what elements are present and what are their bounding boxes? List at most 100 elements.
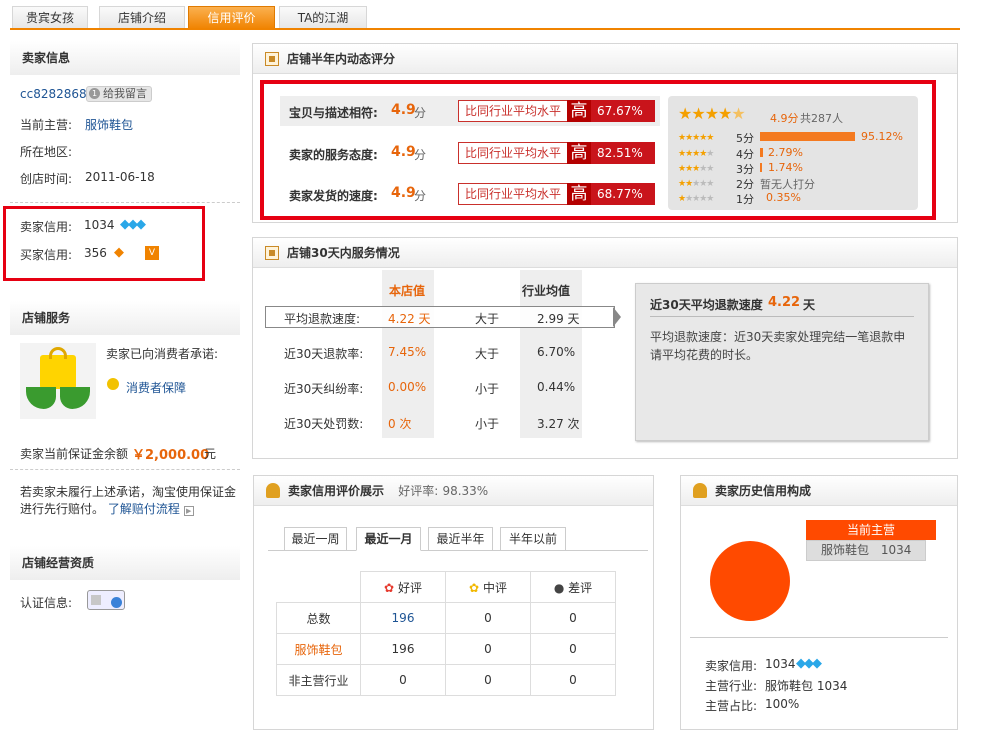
- region-label: 所在地区:: [20, 145, 73, 159]
- tip-title: 近30天平均退款速度: [650, 298, 763, 312]
- tab-recent-month[interactable]: 最近一月: [356, 527, 421, 551]
- neutral-flower-icon: ✿: [469, 580, 480, 595]
- cell-good[interactable]: 196: [360, 602, 446, 634]
- service-store-3: 0 次: [388, 417, 412, 431]
- category-value: 1034: [880, 543, 912, 557]
- dsr-unit-2: 分: [414, 189, 427, 203]
- service-store-2: 0.00%: [388, 380, 427, 394]
- tab-vip-girl[interactable]: 贵宾女孩: [12, 6, 88, 29]
- dist-label-5: 5分: [736, 132, 754, 145]
- cell-neutral: 0: [445, 602, 531, 634]
- tab-before-half-year[interactable]: 半年以前: [500, 527, 566, 551]
- cell-good-link[interactable]: 196: [392, 611, 415, 625]
- consumer-guarantee-link[interactable]: 消费者保障: [126, 379, 186, 396]
- dsr-compare-label-0: 比同行业平均水平: [465, 104, 562, 118]
- service-label-1: 近30天退款率:: [284, 347, 364, 361]
- main-ratio-value: 100%: [765, 697, 800, 711]
- service-label-3: 近30天处罚数:: [284, 417, 364, 431]
- cell-bad: 0: [530, 664, 616, 696]
- dsr-score-1: 4.9: [391, 144, 416, 160]
- service-label-0: 平均退款速度:: [284, 312, 361, 326]
- message-button-label: 给我留言: [103, 87, 147, 100]
- diamond-icon: ◆◆◆: [120, 217, 146, 232]
- tab-recent-half-year[interactable]: 最近半年: [428, 527, 493, 551]
- header-good: ✿ 好评: [360, 571, 446, 603]
- dsr-score-2: 4.9: [391, 185, 416, 201]
- vip-badge-icon: V: [145, 246, 159, 260]
- certification-label: 认证信息:: [20, 596, 73, 610]
- stars-3-icon: ★★★★★: [678, 164, 714, 174]
- seller-credit-label: 卖家信用:: [20, 220, 73, 234]
- tab-recent-week[interactable]: 最近一周: [284, 527, 347, 551]
- current-main-tag: 当前主营: [806, 520, 936, 540]
- stars-1-icon: ★★★★★: [678, 194, 714, 204]
- arrow-right-icon: ▶: [183, 506, 194, 516]
- history-pie: [710, 541, 790, 621]
- dsr-compare-1: 比同行业平均水平 高 82.51%: [458, 142, 655, 164]
- service-cmp-3: 小于: [475, 417, 500, 431]
- dist-pct-5: 95.12%: [861, 130, 903, 143]
- bad-bomb-icon: ●: [553, 580, 565, 595]
- deposit-label: 卖家当前保证金余额: [20, 447, 129, 461]
- dsr-pct-2: 68.77%: [591, 183, 655, 205]
- header-bad: ● 差评: [530, 571, 616, 603]
- tab-store-intro[interactable]: 店铺介绍: [99, 6, 185, 29]
- dist-row-2: ★★★★★ 2分 暂无人打分: [678, 176, 908, 191]
- cell-bad: 0: [530, 633, 616, 665]
- history-seller-credit-label: 卖家信用:: [705, 659, 758, 673]
- dist-pct-1: 0.35%: [766, 191, 801, 204]
- tab-underline: [10, 28, 960, 30]
- service-industry-3: 3.27 次: [537, 417, 580, 431]
- review-header-row: ✿ 好评 ✿ 中评 ● 差评: [276, 571, 616, 603]
- main-industry-value: 服饰鞋包 1034: [765, 679, 848, 693]
- dsr-level-2: 高: [567, 183, 591, 205]
- dist-row-3: ★★★★★ 3分 1.74%: [678, 161, 908, 176]
- service-row-arrow-icon: [613, 307, 621, 327]
- category-chip: 服饰鞋包 1034: [806, 540, 926, 561]
- dsr-level-0: 高: [567, 100, 591, 122]
- table-row: 总数 196 0 0: [276, 602, 616, 634]
- buyer-credit-label: 买家信用:: [20, 248, 73, 262]
- dist-bar-5: [760, 132, 855, 141]
- dist-label-3: 3分: [736, 163, 754, 176]
- dsr-header: 店铺半年内动态评分: [253, 44, 957, 74]
- dist-pct-2: 暂无人打分: [760, 178, 815, 191]
- divider: [10, 202, 240, 203]
- certification-icon[interactable]: [87, 590, 125, 610]
- created-label: 创店时间:: [20, 172, 73, 186]
- seller-name-link[interactable]: cc8282868: [20, 87, 87, 101]
- service-cmp-1: 大于: [475, 347, 500, 361]
- message-button[interactable]: 1 给我留言: [86, 86, 152, 102]
- created-value: 2011-06-18: [85, 170, 155, 184]
- service-store-1: 7.45%: [388, 345, 427, 359]
- calendar-icon: [265, 246, 279, 260]
- review-table: ✿ 好评 ✿ 中评 ● 差评 总数 196 0 0 服饰鞋包 196 0 0 非…: [276, 571, 616, 696]
- dist-pct-3: 1.74%: [768, 161, 803, 174]
- dsr-pct-0: 67.67%: [591, 100, 655, 122]
- cell-good: 0: [360, 664, 446, 696]
- dist-row-4: ★★★★★ 4分 2.79%: [678, 146, 908, 161]
- service-industry-2: 0.44%: [537, 380, 576, 394]
- tab-credit-rating[interactable]: 信用评价: [188, 6, 275, 29]
- history-seller-credit-value: 1034: [765, 657, 796, 671]
- dsr-pct-1: 82.51%: [591, 142, 655, 164]
- qualification-header: 店铺经营资质: [10, 546, 240, 580]
- compensation-flow-link[interactable]: 了解赔付流程: [108, 502, 180, 516]
- dist-label-1: 1分: [736, 193, 754, 206]
- tip-unit: 天: [803, 298, 816, 312]
- table-row: 服饰鞋包 196 0 0: [276, 633, 616, 665]
- dist-row-1: ★★★★★ 1分 0.35%: [678, 191, 908, 206]
- col-industry-header: 行业均值: [522, 284, 571, 298]
- tab-ta-jianghu[interactable]: TA的江湖: [279, 6, 367, 29]
- header-neutral: ✿ 中评: [445, 571, 531, 603]
- dist-row-5: ★★★★★ 5分 95.12%: [678, 130, 908, 145]
- main-ratio-label: 主营占比:: [705, 699, 758, 713]
- rating-stars-icon: ★★★★★: [678, 104, 746, 123]
- compensation-note: 若卖家未履行上述承诺，淘宝使用保证金进行先行赔付。 了解赔付流程 ▶: [20, 484, 242, 518]
- main-business-label: 当前主营:: [20, 118, 73, 132]
- good-rate-label: 好评率:: [398, 484, 439, 498]
- good-rate-value: 98.33%: [442, 484, 489, 498]
- main-business-link[interactable]: 服饰鞋包: [85, 116, 133, 133]
- dist-bar-3: [760, 163, 762, 172]
- deposit-value: ￥2,000.00: [132, 448, 210, 463]
